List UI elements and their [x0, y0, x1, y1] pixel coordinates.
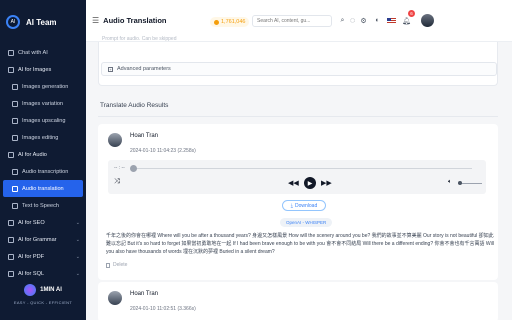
sidebar-item-chat-with-ai[interactable]: Chat with AI	[0, 44, 86, 61]
sidebar-item-audio-transcription[interactable]: Audio transcription	[0, 163, 86, 180]
result-card: Hoan Tran 2024-01-10 11:04:23 (2.258s) -…	[98, 124, 498, 280]
sidebar-item-images-upscaling[interactable]: Images upscaling	[0, 112, 86, 129]
brand-name: AI Team	[26, 17, 57, 27]
result-user-name: Hoan Tran	[130, 291, 159, 297]
chevron-down-icon: ⌄	[75, 270, 80, 277]
image-variation-icon	[12, 100, 18, 107]
transcript-text: 千年之後的你會在哪裡 Where will you be after a tho…	[106, 233, 494, 255]
image-generate-icon	[12, 83, 18, 90]
credits-badge[interactable]: 1,761,046	[210, 17, 250, 27]
notification-count-badge: 6	[408, 10, 415, 17]
divider	[98, 116, 498, 117]
player-time: -- : --	[114, 165, 125, 171]
seek-track[interactable]	[132, 168, 472, 169]
download-icon: ⤓	[290, 202, 293, 209]
bell-icon[interactable]: 🔔︎	[402, 16, 411, 25]
grammar-icon	[8, 236, 14, 243]
volume-mute-icon[interactable]: 🔈︎	[448, 179, 452, 186]
audio-player: -- : -- ⤨ ◀◀ ▶ ▶▶ 🔈︎	[108, 160, 486, 194]
sidebar-item-audio-translation[interactable]: Audio translation	[3, 180, 83, 197]
brand-logo-icon: AI	[6, 15, 20, 29]
footer-logo[interactable]: 1MIN AI	[0, 284, 86, 296]
sidebar-section-ai-for-grammar[interactable]: AI for Grammar ⌄	[0, 231, 86, 248]
chat-bubble-icon[interactable]: ◌	[348, 15, 357, 25]
image-icon	[8, 66, 14, 73]
search-icon[interactable]: ⌕	[338, 16, 347, 25]
footer-logo-icon	[24, 284, 37, 296]
trash-icon	[106, 262, 110, 268]
model-tag: OpenAI - WHISPER	[280, 218, 333, 227]
sidebar: AI AI Team Chat with AI AI for Images Im…	[0, 0, 86, 320]
sidebar-item-images-variation[interactable]: Images variation	[0, 95, 86, 112]
sidebar-item-images-generation[interactable]: Images generation	[0, 78, 86, 95]
input-card: Prompt for audio. Can be skipped + Advan…	[98, 36, 498, 86]
pdf-icon	[8, 253, 14, 260]
us-flag-icon[interactable]	[387, 18, 396, 24]
page-title: Audio Translation	[103, 16, 167, 25]
sidebar-section-ai-for-images[interactable]: AI for Images	[0, 61, 86, 78]
search-input[interactable]	[252, 15, 332, 27]
download-button[interactable]: ⤓ Download	[282, 200, 326, 211]
results-title: Translate Audio Results	[100, 102, 169, 109]
sidebar-section-ai-for-seo[interactable]: AI for SEO ⌄	[0, 214, 86, 231]
fast-forward-icon[interactable]: ▶▶	[321, 179, 332, 187]
translate-icon	[12, 185, 18, 192]
sidebar-footer: 1MIN AI EASY - QUICK - EFFICIENT	[0, 280, 86, 320]
seek-thumb[interactable]	[130, 165, 137, 172]
footer-logo-text: 1MIN AI	[40, 287, 62, 293]
shuffle-icon[interactable]: ⤨	[114, 178, 120, 186]
sidebar-section-ai-for-pdf[interactable]: AI for PDF ⌄	[0, 248, 86, 265]
play-button[interactable]: ▶	[304, 177, 316, 189]
rewind-icon[interactable]: ◀◀	[288, 179, 299, 187]
seo-icon	[8, 219, 14, 226]
speech-icon	[12, 202, 18, 209]
result-avatar	[108, 291, 122, 305]
result-datetime: 2024-01-10 11:02:51 (3.366s)	[130, 306, 196, 312]
chat-icon	[8, 49, 14, 56]
prompt-placeholder[interactable]: Prompt for audio. Can be skipped	[102, 36, 177, 42]
theme-toggle-icon[interactable]: ◐	[373, 16, 382, 25]
chevron-down-icon: ⌄	[75, 236, 80, 243]
delete-button[interactable]: Delete	[106, 262, 127, 268]
coin-icon	[214, 19, 219, 25]
sidebar-section-ai-for-audio[interactable]: AI for Audio	[0, 146, 86, 163]
image-edit-icon	[12, 134, 18, 141]
image-upscale-icon	[12, 117, 18, 124]
footer-tagline: EASY - QUICK - EFFICIENT	[13, 300, 73, 305]
transcription-icon	[12, 168, 18, 175]
sql-icon	[8, 270, 14, 277]
play-icon: ▶	[307, 180, 313, 187]
result-datetime: 2024-01-10 11:04:23 (2.258s)	[130, 148, 196, 154]
volume-thumb[interactable]	[458, 181, 462, 185]
result-user-name: Hoan Tran	[130, 133, 159, 139]
settings-icon[interactable]: ⚙	[359, 16, 368, 25]
result-avatar	[108, 133, 122, 147]
menu-icon[interactable]: ☰	[92, 16, 99, 25]
result-card: Hoan Tran 2024-01-10 11:02:51 (3.366s)	[98, 282, 498, 320]
sidebar-item-text-to-speech[interactable]: Text to Speech	[0, 197, 86, 214]
chevron-down-icon: ⌄	[75, 253, 80, 260]
plus-icon: +	[108, 66, 113, 72]
user-avatar[interactable]	[421, 14, 434, 27]
sidebar-item-images-editing[interactable]: Images editing	[0, 129, 86, 146]
advanced-parameters-toggle[interactable]: + Advanced parameters	[101, 62, 497, 76]
audio-icon	[8, 151, 14, 158]
chevron-down-icon: ⌄	[75, 219, 80, 226]
main-content: Prompt for audio. Can be skipped + Advan…	[86, 36, 512, 320]
brand[interactable]: AI AI Team	[0, 0, 86, 44]
